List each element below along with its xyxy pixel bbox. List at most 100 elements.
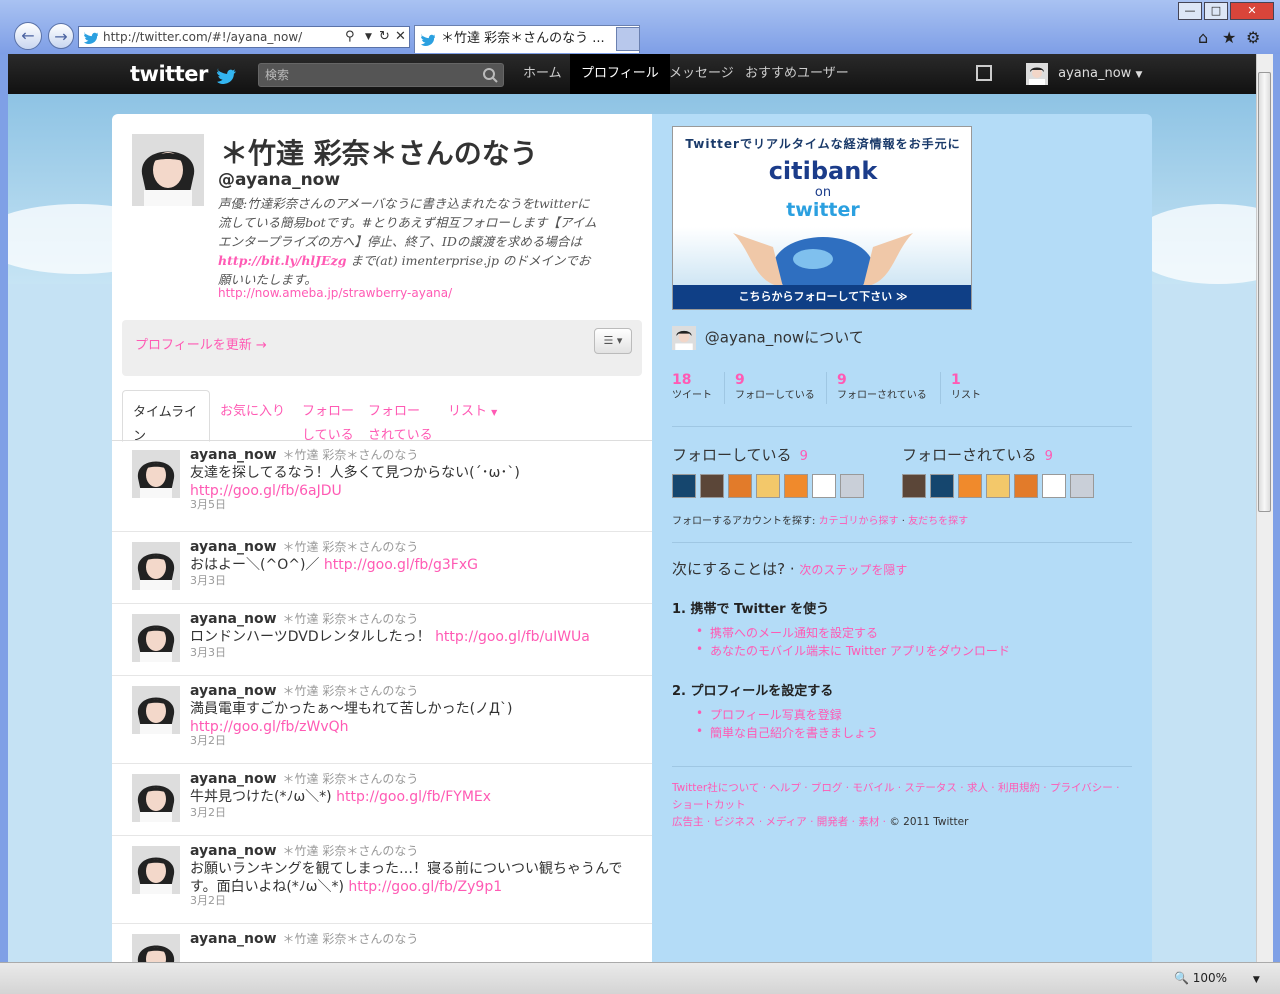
profile-avatar[interactable] [132, 134, 204, 206]
tweet-author[interactable]: ayana_now ＊竹達 彩奈＊さんのなう [190, 682, 418, 699]
home-icon[interactable]: ⌂ [1198, 28, 1208, 47]
tweet-link[interactable]: http://goo.gl/fb/Zy9p1 [348, 879, 502, 895]
user-thumbnail[interactable] [902, 474, 926, 498]
search-icon[interactable]: ⚲ [345, 27, 355, 47]
stat-tweets[interactable]: 18 ツイート [672, 372, 712, 404]
zoom-level[interactable]: 🔍 100% ▼ [1174, 971, 1260, 985]
address-bar[interactable]: http://twitter.com/#!/ayana_now/ ⚲ ▼ ↻ ✕ [78, 26, 410, 48]
stat-following[interactable]: 9 フォローしている [724, 372, 815, 404]
stat-lists[interactable]: 1 リスト [940, 372, 981, 404]
tweet[interactable]: ayana_now ＊竹達 彩奈＊さんのなう [112, 924, 652, 962]
search-input[interactable]: 検索 [258, 63, 504, 87]
bio-link[interactable]: http://bit.ly/hlJEzg [218, 253, 346, 268]
tweet-author[interactable]: ayana_now ＊竹達 彩奈＊さんのなう [190, 446, 418, 463]
tweet-author[interactable]: ayana_now ＊竹達 彩奈＊さんのなう [190, 842, 418, 859]
citibank-ad[interactable]: Twitterでリアルタイムな経済情報をお手元に citibank on twi… [672, 126, 972, 310]
hide-steps-link[interactable]: 次のステップを隠す [799, 563, 907, 577]
user-thumbnail[interactable] [784, 474, 808, 498]
user-thumbnail[interactable] [840, 474, 864, 498]
footer-links-2[interactable]: 広告主 · ビジネス · メディア · 開発者 · 素材 · © 2011 Tw… [672, 814, 1132, 831]
search-icon[interactable] [481, 66, 499, 84]
tweet-author[interactable]: ayana_now ＊竹達 彩奈＊さんのなう [190, 770, 418, 787]
nav-profile[interactable]: プロフィール [570, 54, 670, 94]
followers-heading[interactable]: フォローされている 9 [902, 444, 1053, 465]
tweet[interactable]: ayana_now ＊竹達 彩奈＊さんのなう 友達を探してるなう！人多くて見つからな… [112, 440, 652, 532]
tweet-avatar[interactable] [132, 450, 180, 498]
footer-links[interactable]: Twitter社について · ヘルプ · ブログ · モバイル · ステータス … [672, 780, 1132, 814]
step-link[interactable]: 携帯へのメール通知を設定する [696, 624, 878, 641]
tweet-author[interactable]: ayana_now ＊竹達 彩奈＊さんのなう [190, 538, 418, 555]
tweet[interactable]: ayana_now ＊竹達 彩奈＊さんのなう 牛丼見つけた(*ﾉω＼*) http:… [112, 764, 652, 836]
tweet-avatar[interactable] [132, 846, 180, 894]
stat-count: 9 [735, 372, 745, 388]
tweet-author[interactable]: ayana_now ＊竹達 彩奈＊さんのなう [190, 930, 418, 947]
user-thumbnail[interactable] [700, 474, 724, 498]
browser-tab[interactable]: ＊竹達 彩奈＊さんのなう ... [414, 25, 640, 53]
tweet[interactable]: ayana_now ＊竹達 彩奈＊さんのなう 満員電車すごかったぁ～埋もれて苦しかっ… [112, 676, 652, 764]
tab-lists[interactable]: リスト ▼ [448, 400, 497, 425]
step-link[interactable]: 簡単な自己紹介を書きましょう [696, 724, 878, 741]
star-icon[interactable]: ★ [1222, 28, 1236, 47]
nav-messages[interactable]: メッセージ [658, 54, 745, 94]
minimize-button[interactable]: — [1178, 2, 1202, 20]
tweet-avatar[interactable] [132, 774, 180, 822]
gear-icon[interactable]: ⚙ [1246, 28, 1260, 47]
tweet-date[interactable]: 3月2日 [190, 804, 226, 820]
user-thumbnail[interactable] [930, 474, 954, 498]
compose-icon[interactable] [976, 65, 992, 81]
user-thumbnail[interactable] [1014, 474, 1038, 498]
tweet-avatar[interactable] [132, 542, 180, 590]
tweet-link[interactable]: http://goo.gl/fb/FYMEx [336, 789, 491, 805]
tweet-avatar[interactable] [132, 614, 180, 662]
step-link[interactable]: プロフィール写真を登録 [696, 706, 842, 723]
tweet-avatar[interactable] [132, 686, 180, 734]
user-thumbnail[interactable] [958, 474, 982, 498]
nav-home[interactable]: ホーム [512, 54, 573, 94]
tweet-author[interactable]: ayana_now ＊竹達 彩奈＊さんのなう [190, 610, 418, 627]
user-thumbnail[interactable] [672, 474, 696, 498]
chevron-down-icon[interactable]: ▼ [365, 27, 372, 47]
tweet-date[interactable]: 3月2日 [190, 892, 226, 908]
tweet-date[interactable]: 3月2日 [190, 732, 226, 748]
maximize-button[interactable]: □ [1204, 2, 1228, 20]
tweet[interactable]: ayana_now ＊竹達 彩奈＊さんのなう おはよー＼(^O^)／ http://… [112, 532, 652, 604]
tab-timeline[interactable]: タイムライン [122, 390, 210, 444]
close-button[interactable]: ✕ [1230, 2, 1274, 20]
tab-favorites[interactable]: お気に入り [220, 400, 285, 424]
edit-profile-link[interactable]: プロフィールを更新 → [135, 334, 267, 353]
tweet-link[interactable]: http://goo.gl/fb/uIWUa [435, 629, 590, 645]
tweet[interactable]: ayana_now ＊竹達 彩奈＊さんのなう ロンドンハーツDVDレンタルしたっ！ … [112, 604, 652, 676]
forward-button[interactable]: → [48, 23, 74, 49]
stat-label: リスト [951, 390, 981, 401]
account-menu[interactable]: ayana_now ▼ [1026, 62, 1142, 87]
action-menu-button[interactable]: ☰ ▾ [594, 328, 632, 354]
following-label: フォローしている [672, 446, 792, 464]
step-link[interactable]: あなたのモバイル端末に Twitter アプリをダウンロード [696, 642, 1010, 659]
tweet[interactable]: ayana_now ＊竹達 彩奈＊さんのなう お願いランキングを観てしまった…！寝る… [112, 836, 652, 924]
tweet-date[interactable]: 3月5日 [190, 496, 226, 512]
tweet-link[interactable]: http://goo.gl/fb/g3FxG [324, 557, 478, 573]
twitter-logo[interactable]: twitter [130, 62, 237, 86]
new-tab-button[interactable] [616, 27, 640, 51]
nav-who-to-follow[interactable]: おすすめユーザー [734, 54, 860, 94]
user-thumbnail[interactable] [728, 474, 752, 498]
user-thumbnail[interactable] [1042, 474, 1066, 498]
user-thumbnail[interactable] [986, 474, 1010, 498]
profile-url[interactable]: http://now.ameba.jp/strawberry-ayana/ [218, 286, 452, 300]
find-by-category-link[interactable]: カテゴリから探す [819, 516, 899, 527]
user-thumbnail[interactable] [756, 474, 780, 498]
user-thumbnail[interactable] [1070, 474, 1094, 498]
user-thumbnail[interactable] [812, 474, 836, 498]
scrollbar-thumb[interactable] [1258, 72, 1271, 512]
stop-icon[interactable]: ✕ [395, 27, 406, 47]
stat-followers[interactable]: 9 フォローされている [826, 372, 927, 404]
refresh-icon[interactable]: ↻ [379, 27, 390, 47]
tweet-date[interactable]: 3月3日 [190, 644, 226, 660]
find-friends-link[interactable]: 友だちを探す [908, 516, 968, 527]
back-button[interactable]: ← [14, 22, 42, 50]
tweet-avatar[interactable] [132, 934, 180, 962]
tweet-text: おはよー＼(^O^)／ http://goo.gl/fb/g3FxG [190, 556, 630, 574]
following-heading[interactable]: フォローしている 9 [672, 444, 808, 465]
ad-footer[interactable]: こちらからフォローして下さい ≫ [673, 285, 971, 309]
tweet-date[interactable]: 3月3日 [190, 572, 226, 588]
